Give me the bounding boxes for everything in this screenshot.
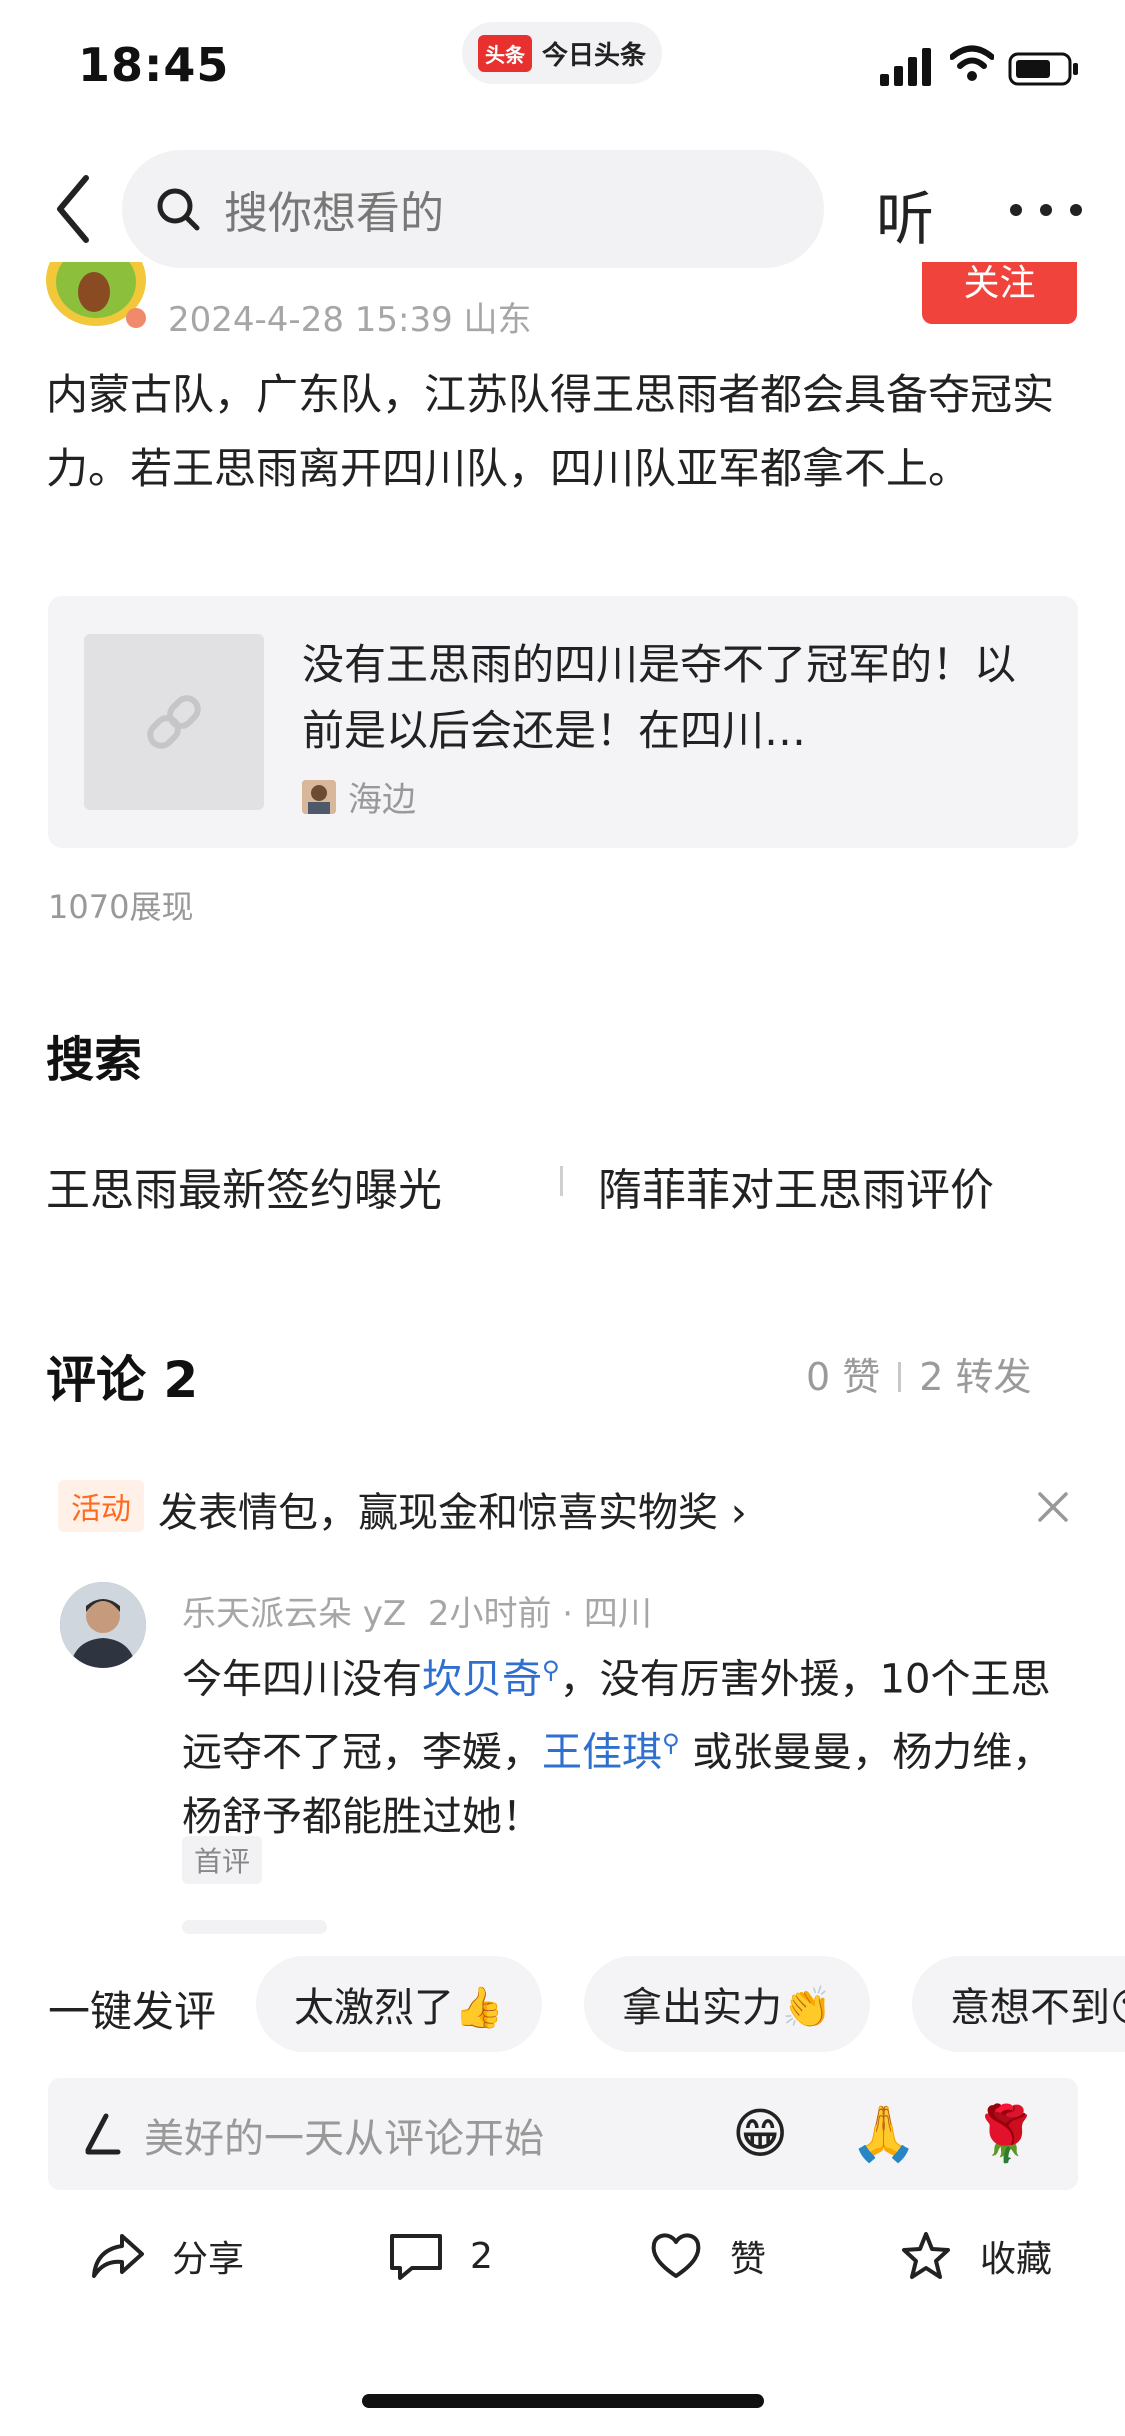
- search-suggestion[interactable]: 王思雨最新签约曝光: [46, 1154, 442, 1218]
- rose-emoji-button[interactable]: 🌹: [972, 2102, 1039, 2166]
- first-comment-badge: 首评: [182, 1836, 262, 1884]
- status-time: 18:45: [78, 38, 230, 92]
- favorite-button[interactable]: 收藏: [898, 2230, 1052, 2282]
- comment-placeholder: 美好的一天从评论开始: [144, 2116, 544, 2162]
- search-icon: [157, 188, 200, 231]
- wifi-icon: [950, 45, 994, 81]
- search-section-title: 搜索: [46, 1032, 143, 1088]
- post-meta: 2024-4-28 15:39 山东: [168, 300, 532, 340]
- search-placeholder: 搜你想看的: [224, 188, 444, 239]
- like-label: 赞: [730, 2239, 767, 2280]
- divider: [898, 1362, 902, 1392]
- pen-icon: [85, 2113, 121, 2155]
- quick-reply-chip[interactable]: 意想不到😮: [912, 1956, 1125, 2052]
- comment-input[interactable]: 美好的一天从评论开始 😁 🙏 🌹: [48, 2078, 1078, 2190]
- link-title: 没有王思雨的四川是夺不了冠军的！以前是以后会还是！在四川…: [302, 640, 1017, 755]
- search-suggestion[interactable]: 隋菲菲对王思雨评价: [598, 1154, 994, 1218]
- activity-link[interactable]: 发表情包，赢现金和惊喜实物奖 ›: [158, 1480, 747, 1538]
- quick-reply-chip[interactable]: 太激烈了👍: [256, 1956, 542, 2052]
- post-body: 内蒙古队，广东队，江苏队得王思雨者都会具备夺冠实力。若王思雨离开四川队，四川队亚…: [46, 370, 1055, 493]
- comment-stats: 0 赞 2 转发: [806, 1346, 1032, 1401]
- signal-icon: [880, 48, 931, 86]
- comments-button[interactable]: 2: [388, 2230, 493, 2282]
- search-input[interactable]: 搜你想看的: [122, 150, 824, 268]
- share-icon: [92, 2234, 144, 2278]
- comment-count: 2: [470, 2235, 493, 2277]
- comment-text-part: 今年四川没有: [182, 1656, 422, 1703]
- close-icon[interactable]: [1036, 1490, 1070, 1524]
- comment-text: 今年四川没有坎贝奇⚲，没有厉害外援，10个王思远夺不了冠，李媛，王佳琪⚲ 或张曼…: [182, 1638, 1082, 1849]
- link-card[interactable]: 没有王思雨的四川是夺不了冠军的！以前是以后会还是！在四川… 海边: [48, 596, 1078, 848]
- view-count: 1070展现: [48, 888, 194, 926]
- quick-reply-label: 一键发评: [48, 1987, 217, 2036]
- search-mini-icon: ⚲: [542, 1656, 560, 1684]
- follow-label: 关注: [963, 263, 1036, 304]
- battery-icon: [1008, 52, 1078, 86]
- search-mini-icon: ⚲: [662, 1729, 680, 1758]
- quick-reply-chip[interactable]: 拿出实力👏: [584, 1956, 870, 2052]
- keyword-link[interactable]: 坎贝奇: [422, 1656, 542, 1702]
- share-label: 分享: [172, 2239, 245, 2280]
- activity-badge: 活动: [58, 1480, 144, 1532]
- commenter-name[interactable]: 乐天派云朵 yZ: [182, 1594, 406, 1634]
- like-count[interactable]: 0 赞: [806, 1355, 880, 1399]
- listen-button[interactable]: 听: [876, 172, 934, 256]
- back-icon[interactable]: [50, 172, 100, 246]
- commenter-avatar[interactable]: [60, 1582, 146, 1668]
- share-button[interactable]: 分享: [90, 2230, 244, 2282]
- comment-time: 2小时前 · 四川: [427, 1594, 652, 1634]
- app-logo: 头条: [477, 34, 532, 72]
- app-indicator[interactable]: 头条 今日头条: [462, 22, 662, 84]
- comments-title: 评论 2: [46, 1351, 199, 1409]
- home-indicator[interactable]: [362, 2394, 764, 2408]
- divider: [560, 1166, 563, 1196]
- app-name: 今日头条: [541, 40, 646, 71]
- heart-icon: [651, 2233, 701, 2278]
- pray-emoji-button[interactable]: 🙏: [850, 2102, 917, 2166]
- comment-icon: [390, 2234, 442, 2280]
- like-button[interactable]: 赞: [648, 2230, 766, 2282]
- grin-emoji-button[interactable]: 😁: [732, 2102, 788, 2165]
- keyword-link[interactable]: 王佳琪: [542, 1730, 662, 1776]
- favorite-label: 收藏: [980, 2239, 1053, 2280]
- more-icon[interactable]: [1006, 200, 1086, 220]
- follow-button[interactable]: 关注: [922, 262, 1077, 324]
- author-avatar[interactable]: [44, 262, 148, 334]
- link-author-avatar: [302, 780, 336, 814]
- link-icon: [147, 695, 201, 749]
- star-icon: [902, 2232, 950, 2279]
- reply-placeholder: [182, 1920, 327, 1934]
- link-thumbnail: [84, 634, 264, 810]
- commenter-meta: 乐天派云朵 yZ 2小时前 · 四川: [182, 1586, 652, 1635]
- link-author: 海边: [348, 780, 416, 820]
- share-count[interactable]: 2 转发: [919, 1355, 1031, 1399]
